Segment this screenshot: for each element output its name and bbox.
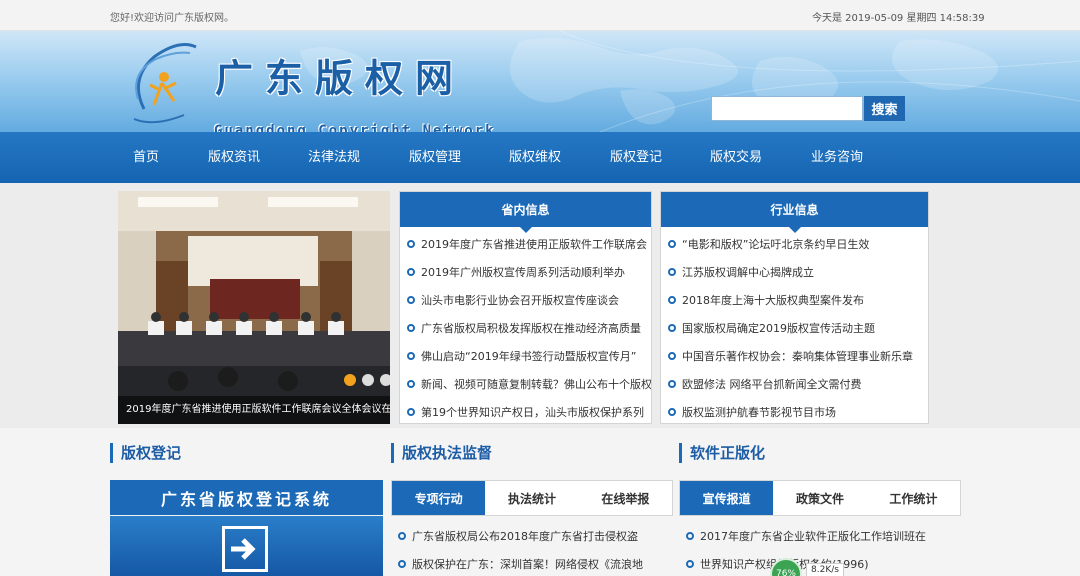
nav-item-consult[interactable]: 业务咨询 (811, 132, 863, 183)
list-item[interactable]: 新闻、视频可随意复制转载？佛山公布十个版权 (400, 370, 651, 398)
slider-dot[interactable] (362, 374, 374, 386)
nav-item-trade[interactable]: 版权交易 (710, 132, 762, 183)
news-link[interactable]: 2018年度上海十大版权典型案件发布 (682, 292, 864, 308)
nav-item-home[interactable]: 首页 (133, 132, 159, 183)
provincial-news-panel: 省内信息 2019年度广东省推进使用正版软件工作联席会 2019年广州版权宣传周… (399, 191, 652, 424)
bullet-icon (407, 296, 415, 304)
bullet-icon (407, 268, 415, 276)
bullet-icon (407, 352, 415, 360)
news-link[interactable]: 版权保护在广东：深圳首案！网络侵权《流浪地 (412, 556, 643, 572)
search-button[interactable]: 搜索 (864, 96, 905, 121)
meeting-photo (118, 191, 390, 424)
list-item[interactable]: 2017年度广东省企业软件正版化工作培训班在 (686, 522, 956, 550)
nav-item-management[interactable]: 版权管理 (409, 132, 461, 183)
search-input[interactable] (711, 96, 863, 121)
bullet-icon (668, 324, 676, 332)
date-text: 今天是 2019-05-09 星期四 14:58:39 (812, 13, 985, 24)
list-item[interactable]: 2019年广州版权宣传周系列活动顺利举办 (400, 258, 651, 286)
slider-caption[interactable]: 2019年度广东省推进使用正版软件工作联席会议全体会议在广 (118, 396, 390, 424)
list-item[interactable]: 国家版权局确定2019版权宣传活动主题 (661, 314, 928, 342)
news-link[interactable]: 佛山启动“2019年绿书签行动暨版权宣传月” (421, 348, 636, 364)
site-subtitle: Guangdong Copyright Network (214, 123, 496, 132)
list-item[interactable]: 中国音乐著作权协会：秦响集体管理事业新乐章 (661, 342, 928, 370)
bullet-icon (686, 560, 694, 568)
news-link[interactable]: 汕头市电影行业协会召开版权宣传座谈会 (421, 292, 619, 308)
section-title-registration: 版权登记 (110, 443, 181, 463)
tab-enforcement-stats[interactable]: 执法统计 (485, 481, 578, 515)
list-item[interactable]: 版权保护在广东：深圳首案！网络侵权《流浪地 (398, 550, 668, 576)
slider-dot[interactable] (344, 374, 356, 386)
industry-news-panel: 行业信息 “电影和版权”论坛吁北京条约早日生效 江苏版权调解中心揭牌成立 201… (660, 191, 929, 424)
list-item[interactable]: 2019年度广东省推进使用正版软件工作联席会 (400, 230, 651, 258)
login-icon (222, 526, 268, 572)
bullet-icon (668, 380, 676, 388)
news-link[interactable]: “电影和版权”论坛吁北京条约早日生效 (682, 236, 869, 252)
bullet-icon (668, 268, 676, 276)
news-link[interactable]: 2017年度广东省企业软件正版化工作培训班在 (700, 528, 926, 544)
site-header: 广东版权网 Guangdong Copyright Network 搜索 (0, 31, 1080, 132)
bullet-icon (407, 324, 415, 332)
news-link[interactable]: 版权监测护航春节影视节目市场 (682, 404, 836, 420)
news-link[interactable]: 中国音乐著作权协会：秦响集体管理事业新乐章 (682, 348, 913, 364)
nav-item-laws[interactable]: 法律法规 (308, 132, 360, 183)
nav-item-protection[interactable]: 版权维权 (509, 132, 561, 183)
welcome-text: 您好!欢迎访问广东版权网。 (110, 13, 235, 24)
registration-system-button[interactable]: 广东省版权登记系统 (110, 480, 383, 515)
bullet-icon (407, 408, 415, 416)
list-item[interactable]: 佛山启动“2019年绿书签行动暨版权宣传月” (400, 342, 651, 370)
news-link[interactable]: 2019年广州版权宣传周系列活动顺利举办 (421, 264, 625, 280)
list-item[interactable]: 第19个世界知识产权日，汕头市版权保护系列 (400, 398, 651, 426)
bullet-icon (407, 380, 415, 388)
panel-title: 省内信息 (400, 192, 651, 233)
news-link[interactable]: 第19个世界知识产权日，汕头市版权保护系列 (421, 404, 644, 420)
list-item[interactable]: 广东省版权局公布2018年度广东省打击侵权盗 (398, 522, 668, 550)
section-title-enforcement: 版权执法监督 (391, 443, 492, 463)
bullet-icon (686, 532, 694, 540)
software-tabs: 宣传报道 政策文件 工作统计 (679, 480, 961, 516)
bullet-icon (668, 408, 676, 416)
list-item[interactable]: 汕头市电影行业协会召开版权宣传座谈会 (400, 286, 651, 314)
network-speed-text: 8.2K/s (806, 563, 844, 576)
section-title-software: 软件正版化 (679, 443, 765, 463)
news-section: 2019年度广东省推进使用正版软件工作联席会议全体会议在广 省内信息 2019年… (0, 183, 1080, 428)
nav-item-registration[interactable]: 版权登记 (610, 132, 662, 183)
registration-banner[interactable] (110, 516, 383, 576)
list-item[interactable]: 广东省版权局积极发挥版权在推动经济高质量 (400, 314, 651, 342)
enforcement-tabs: 专项行动 执法统计 在线举报 (391, 480, 673, 516)
news-link[interactable]: 2019年度广东省推进使用正版软件工作联席会 (421, 236, 647, 252)
logo-icon (133, 43, 197, 124)
news-link[interactable]: 欧盟修法 网络平台抓新闻全文需付费 (682, 376, 862, 392)
news-link[interactable]: 广东省版权局积极发挥版权在推动经济高质量 (421, 320, 641, 336)
tab-policy-docs[interactable]: 政策文件 (773, 481, 866, 515)
slider-dot[interactable] (380, 374, 390, 386)
list-item[interactable]: “电影和版权”论坛吁北京条约早日生效 (661, 230, 928, 258)
news-link[interactable]: 江苏版权调解中心揭牌成立 (682, 264, 814, 280)
bullet-icon (407, 240, 415, 248)
tab-online-report[interactable]: 在线举报 (579, 481, 672, 515)
tab-work-stats[interactable]: 工作统计 (867, 481, 960, 515)
site-title: 广东版权网 (215, 56, 466, 101)
bullet-icon (668, 352, 676, 360)
main-nav: 首页 版权资讯 法律法规 版权管理 版权维权 版权登记 版权交易 业务咨询 (0, 132, 1080, 183)
news-link[interactable]: 新闻、视频可随意复制转载？佛山公布十个版权 (421, 376, 651, 392)
news-link[interactable]: 广东省版权局公布2018年度广东省打击侵权盗 (412, 528, 638, 544)
photo-slider[interactable]: 2019年度广东省推进使用正版软件工作联席会议全体会议在广 (118, 191, 390, 424)
top-bar: 您好!欢迎访问广东版权网。 今天是 2019-05-09 星期四 14:58:3… (0, 0, 1080, 31)
lower-section: 版权登记 广东省版权登记系统 版权执法监督 专项行动 执法统计 在线举报 广东省… (0, 428, 1080, 576)
panel-title: 行业信息 (661, 192, 928, 233)
tab-publicity[interactable]: 宣传报道 (680, 481, 774, 515)
bullet-icon (668, 240, 676, 248)
bullet-icon (398, 532, 406, 540)
list-item[interactable]: 江苏版权调解中心揭牌成立 (661, 258, 928, 286)
list-item[interactable]: 欧盟修法 网络平台抓新闻全文需付费 (661, 370, 928, 398)
tab-special-action[interactable]: 专项行动 (392, 481, 486, 515)
list-item[interactable]: 版权监测护航春节影视节目市场 (661, 398, 928, 426)
news-link[interactable]: 国家版权局确定2019版权宣传活动主题 (682, 320, 875, 336)
list-item[interactable]: 2018年度上海十大版权典型案件发布 (661, 286, 928, 314)
nav-item-news[interactable]: 版权资讯 (208, 132, 260, 183)
bullet-icon (668, 296, 676, 304)
bullet-icon (398, 560, 406, 568)
